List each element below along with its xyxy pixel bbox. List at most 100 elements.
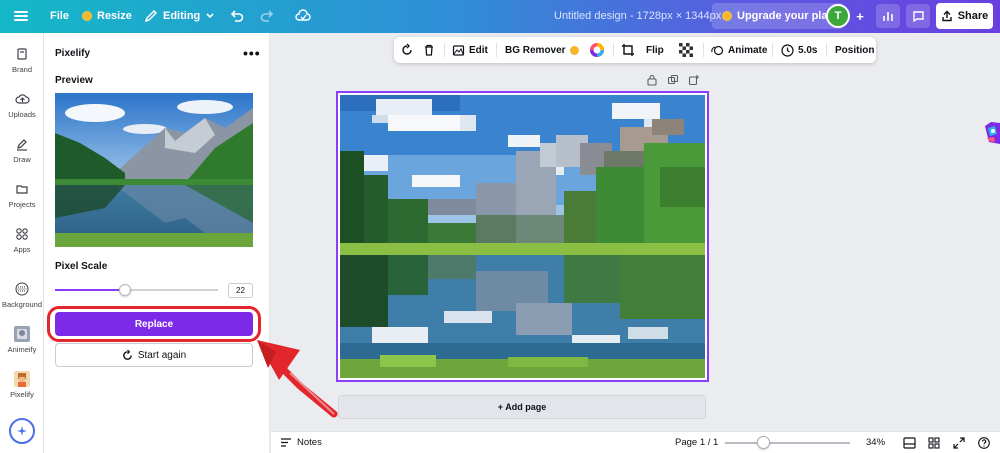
- add-collaborator-icon[interactable]: +: [848, 4, 872, 28]
- bg-remover-label: BG Remover: [505, 44, 566, 56]
- editing-mode-button[interactable]: Editing: [144, 9, 215, 23]
- avatar[interactable]: T: [826, 4, 850, 28]
- zoom-slider-handle[interactable]: [757, 436, 770, 449]
- crown-icon: [722, 11, 732, 21]
- file-menu[interactable]: File: [50, 10, 69, 22]
- sparkle-icon: [17, 426, 27, 436]
- animeify-app-icon: [14, 326, 30, 342]
- notes-icon: [281, 438, 291, 447]
- design-title[interactable]: Untitled design - 1728px × 1344px: [554, 10, 721, 22]
- editing-label: Editing: [163, 10, 201, 22]
- upgrade-button[interactable]: Upgrade your plan: [712, 3, 845, 29]
- rail-item-label: Animeify: [7, 345, 37, 354]
- more-options-icon[interactable]: •••: [243, 45, 261, 61]
- rail-item-projects[interactable]: Projects: [0, 181, 44, 209]
- rail-item-label: Pixelify: [10, 390, 34, 399]
- animate-label: Animate: [728, 44, 768, 56]
- notes-label: Notes: [297, 437, 322, 448]
- slider-fill: [55, 289, 126, 291]
- rail-item-label: Uploads: [8, 110, 36, 119]
- position-button[interactable]: Position: [835, 37, 874, 63]
- folder-icon: [14, 181, 30, 197]
- notes-button[interactable]: Notes: [280, 437, 322, 448]
- rail-item-draw[interactable]: Draw: [0, 136, 44, 164]
- brand-icon: [14, 46, 30, 62]
- edit-label: Edit: [469, 44, 488, 56]
- rail-item-brand[interactable]: Brand: [0, 46, 44, 74]
- add-page-icon[interactable]: [688, 74, 700, 86]
- rail-item-label: Background: [1, 300, 43, 309]
- crop-icon[interactable]: [621, 43, 635, 57]
- pixel-scale-slider[interactable]: [55, 284, 218, 296]
- undo-icon[interactable]: [229, 8, 245, 24]
- resize-button[interactable]: Resize: [82, 10, 132, 22]
- trash-icon[interactable]: [422, 43, 436, 57]
- rail-item-apps[interactable]: Apps: [0, 226, 44, 254]
- start-again-label: Start again: [137, 349, 187, 361]
- toolbar-divider: [772, 43, 773, 57]
- rail-item-uploads[interactable]: Uploads: [0, 91, 44, 119]
- apps-grid-icon: [14, 226, 30, 242]
- cloud-saved-icon[interactable]: [295, 8, 311, 24]
- rail-item-pixelify[interactable]: Pixelify: [0, 371, 44, 399]
- flip-label: Flip: [646, 44, 664, 56]
- help-icon[interactable]: [978, 437, 990, 449]
- duration-button[interactable]: 5.0s: [781, 37, 817, 63]
- flip-button[interactable]: Flip: [646, 37, 664, 63]
- bottom-bar: Notes Page 1 / 1 34%: [271, 431, 1000, 453]
- replace-image-icon[interactable]: [400, 43, 414, 57]
- panel-title: Pixelify: [55, 48, 91, 59]
- left-rail: Brand Uploads Draw Projects Apps Backgro…: [0, 33, 44, 453]
- animate-icon: [711, 45, 724, 55]
- toolbar-divider: [613, 43, 614, 57]
- add-page-button[interactable]: + Add page: [338, 395, 706, 419]
- page-view-icon[interactable]: [903, 437, 916, 449]
- analytics-icon[interactable]: [876, 4, 900, 28]
- magic-sparkle-button[interactable]: [9, 418, 35, 444]
- replace-button[interactable]: Replace: [55, 312, 253, 336]
- pixelify-app-icon: [14, 371, 30, 387]
- rail-item-animeify[interactable]: Animeify: [0, 326, 44, 354]
- page-tools: [646, 74, 700, 86]
- share-button[interactable]: Share: [936, 3, 993, 29]
- slider-handle[interactable]: [119, 284, 132, 296]
- bg-remover-button[interactable]: BG Remover: [505, 37, 579, 63]
- toolbar-divider: [444, 43, 445, 57]
- preview-image: [55, 93, 253, 247]
- edit-button[interactable]: Edit: [452, 37, 488, 63]
- image-edit-icon: [452, 44, 465, 56]
- rail-item-label: Apps: [13, 245, 31, 254]
- pencil-icon: [144, 9, 158, 23]
- pixelated-landscape-image[interactable]: [340, 95, 705, 378]
- fullscreen-icon[interactable]: [953, 437, 965, 449]
- background-pattern-icon: [14, 281, 30, 297]
- design-canvas[interactable]: [336, 91, 709, 382]
- assistant-mascot-icon[interactable]: [985, 120, 1000, 146]
- lock-icon[interactable]: [646, 74, 658, 86]
- clock-icon: [781, 43, 794, 57]
- duplicate-icon[interactable]: [667, 74, 679, 86]
- zoom-level[interactable]: 34%: [866, 437, 885, 448]
- zoom-slider[interactable]: [725, 442, 850, 444]
- transparency-icon[interactable]: [679, 43, 693, 57]
- menu-icon[interactable]: [14, 9, 28, 23]
- upload-icon: [942, 10, 952, 22]
- rail-item-label: Projects: [8, 200, 36, 209]
- page-indicator[interactable]: Page 1 / 1: [675, 437, 718, 448]
- toolbar-divider: [496, 43, 497, 57]
- grid-view-icon[interactable]: [928, 437, 940, 449]
- position-label: Position: [835, 44, 875, 56]
- start-again-button[interactable]: Start again: [55, 343, 253, 367]
- redo-icon[interactable]: [259, 8, 275, 24]
- animate-button[interactable]: Animate: [711, 37, 767, 63]
- pixel-scale-value-input[interactable]: 22: [228, 283, 253, 298]
- rail-item-background[interactable]: Background: [0, 281, 44, 309]
- rail-item-label: Draw: [13, 155, 31, 164]
- context-toolbar: Edit BG Remover Flip Animate 5.0s Positi…: [394, 37, 876, 63]
- toolbar-divider: [826, 43, 827, 57]
- comment-icon[interactable]: [906, 4, 930, 28]
- pixelify-panel: Pixelify ••• Preview Pixel Scale 22 Repl…: [44, 33, 270, 453]
- upload-cloud-icon: [14, 91, 30, 107]
- rail-item-label: Brand: [11, 65, 32, 74]
- color-wheel-icon[interactable]: [589, 42, 605, 58]
